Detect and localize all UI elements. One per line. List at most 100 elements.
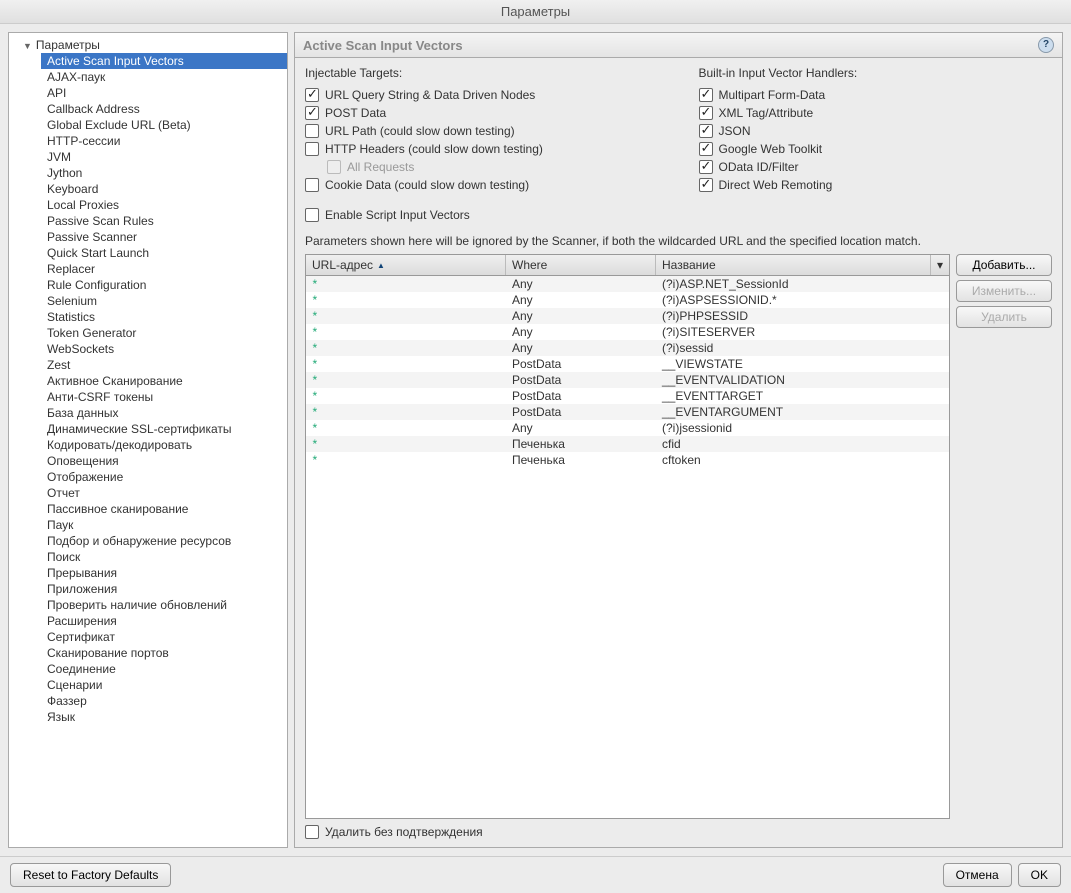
table-row[interactable]: *Печенькаcfid: [306, 436, 949, 452]
tree-item[interactable]: Соединение: [41, 661, 287, 677]
ignored-params-table[interactable]: URL-адрес ▲ Where Название ▾ *Any(?i)ASP…: [305, 254, 950, 819]
table-row[interactable]: *PostData__EVENTTARGET: [306, 388, 949, 404]
cancel-button[interactable]: Отмена: [943, 863, 1012, 887]
ok-button[interactable]: OK: [1018, 863, 1061, 887]
tree-item[interactable]: Сценарии: [41, 677, 287, 693]
delete-without-confirm-checkbox[interactable]: [305, 825, 319, 839]
tree-item[interactable]: Подбор и обнаружение ресурсов: [41, 533, 287, 549]
table-cell: Печенька: [506, 452, 656, 468]
reset-defaults-button[interactable]: Reset to Factory Defaults: [10, 863, 171, 887]
table-row[interactable]: *Any(?i)PHPSESSID: [306, 308, 949, 324]
col-name[interactable]: Название: [656, 255, 931, 275]
table-cell: PostData: [506, 404, 656, 420]
tree-item[interactable]: JVM: [41, 149, 287, 165]
tree-item[interactable]: Сканирование портов: [41, 645, 287, 661]
tree-item[interactable]: WebSockets: [41, 341, 287, 357]
injectable-label: All Requests: [347, 160, 414, 174]
table-row[interactable]: *PostData__EVENTARGUMENT: [306, 404, 949, 420]
table-row[interactable]: *Any(?i)ASPSESSIONID.*: [306, 292, 949, 308]
table-cell: __VIEWSTATE: [656, 356, 949, 372]
table-cell: *: [306, 356, 506, 372]
injectable-checkbox[interactable]: [305, 88, 319, 102]
tree-item[interactable]: Keyboard: [41, 181, 287, 197]
injectable-checkbox[interactable]: [305, 142, 319, 156]
table-cell: __EVENTARGUMENT: [656, 404, 949, 420]
tree-item[interactable]: Passive Scanner: [41, 229, 287, 245]
tree-item[interactable]: Проверить наличие обновлений: [41, 597, 287, 613]
delete-without-confirm-label: Удалить без подтверждения: [325, 825, 483, 839]
table-row[interactable]: *Any(?i)jsessionid: [306, 420, 949, 436]
tree-item[interactable]: Отображение: [41, 469, 287, 485]
tree-item[interactable]: Приложения: [41, 581, 287, 597]
tree-item[interactable]: Quick Start Launch: [41, 245, 287, 261]
table-cell: *: [306, 324, 506, 340]
injectable-checkbox[interactable]: [305, 106, 319, 120]
help-icon[interactable]: ?: [1038, 37, 1054, 53]
tree-item[interactable]: API: [41, 85, 287, 101]
tree-item[interactable]: Replacer: [41, 261, 287, 277]
table-cell: __EVENTTARGET: [656, 388, 949, 404]
col-where[interactable]: Where: [506, 255, 656, 275]
tree-item[interactable]: Анти-CSRF токены: [41, 389, 287, 405]
tree-item[interactable]: HTTP-сессии: [41, 133, 287, 149]
builtin-label: OData ID/Filter: [719, 160, 799, 174]
tree-item[interactable]: Statistics: [41, 309, 287, 325]
builtin-checkbox[interactable]: [699, 160, 713, 174]
enable-script-checkbox[interactable]: [305, 208, 319, 222]
tree-item[interactable]: Global Exclude URL (Beta): [41, 117, 287, 133]
tree-item[interactable]: Язык: [41, 709, 287, 725]
builtin-checkbox[interactable]: [699, 124, 713, 138]
table-row[interactable]: *Any(?i)SITESERVER: [306, 324, 949, 340]
tree-item[interactable]: Сертификат: [41, 629, 287, 645]
tree-item[interactable]: Passive Scan Rules: [41, 213, 287, 229]
tree-item[interactable]: Active Scan Input Vectors: [41, 53, 287, 69]
table-cell: PostData: [506, 372, 656, 388]
tree-item[interactable]: Selenium: [41, 293, 287, 309]
injectable-label: Cookie Data (could slow down testing): [325, 178, 529, 192]
tree-item[interactable]: Rule Configuration: [41, 277, 287, 293]
tree-item[interactable]: Активное Сканирование: [41, 373, 287, 389]
edit-button[interactable]: Изменить...: [956, 280, 1052, 302]
injectable-checkbox[interactable]: [305, 178, 319, 192]
tree-item[interactable]: Callback Address: [41, 101, 287, 117]
tree-root-label[interactable]: Параметры: [17, 37, 287, 53]
tree-item[interactable]: Отчет: [41, 485, 287, 501]
tree-item[interactable]: Паук: [41, 517, 287, 533]
tree-item[interactable]: Кодировать/декодировать: [41, 437, 287, 453]
table-cell: (?i)jsessionid: [656, 420, 949, 436]
tree-item[interactable]: AJAX-паук: [41, 69, 287, 85]
builtin-checkbox[interactable]: [699, 106, 713, 120]
table-cell: *: [306, 292, 506, 308]
table-cell: __EVENTVALIDATION: [656, 372, 949, 388]
builtin-checkbox[interactable]: [699, 178, 713, 192]
table-row[interactable]: *Any(?i)sessid: [306, 340, 949, 356]
delete-button[interactable]: Удалить: [956, 306, 1052, 328]
tree-item[interactable]: Jython: [41, 165, 287, 181]
table-row[interactable]: *PostData__VIEWSTATE: [306, 356, 949, 372]
tree-item[interactable]: Zest: [41, 357, 287, 373]
tree-item[interactable]: Local Proxies: [41, 197, 287, 213]
tree-item[interactable]: Token Generator: [41, 325, 287, 341]
builtin-checkbox[interactable]: [699, 142, 713, 156]
options-tree[interactable]: Параметры Active Scan Input VectorsAJAX-…: [8, 32, 288, 848]
column-config-icon[interactable]: ▾: [931, 255, 949, 275]
injectable-checkbox[interactable]: [305, 124, 319, 138]
add-button[interactable]: Добавить...: [956, 254, 1052, 276]
tree-item[interactable]: Фаззер: [41, 693, 287, 709]
tree-item[interactable]: Динамические SSL-сертификаты: [41, 421, 287, 437]
table-row[interactable]: *Печенькаcftoken: [306, 452, 949, 468]
tree-item[interactable]: Пассивное сканирование: [41, 501, 287, 517]
tree-item[interactable]: Прерывания: [41, 565, 287, 581]
tree-item[interactable]: Оповещения: [41, 453, 287, 469]
table-cell: PostData: [506, 356, 656, 372]
col-url[interactable]: URL-адрес ▲: [306, 255, 506, 275]
table-cell: Any: [506, 420, 656, 436]
builtin-checkbox[interactable]: [699, 88, 713, 102]
table-cell: cfid: [656, 436, 949, 452]
ignore-note: Parameters shown here will be ignored by…: [305, 234, 1052, 248]
table-row[interactable]: *PostData__EVENTVALIDATION: [306, 372, 949, 388]
tree-item[interactable]: Поиск: [41, 549, 287, 565]
tree-item[interactable]: База данных: [41, 405, 287, 421]
table-row[interactable]: *Any(?i)ASP.NET_SessionId: [306, 276, 949, 292]
tree-item[interactable]: Расширения: [41, 613, 287, 629]
